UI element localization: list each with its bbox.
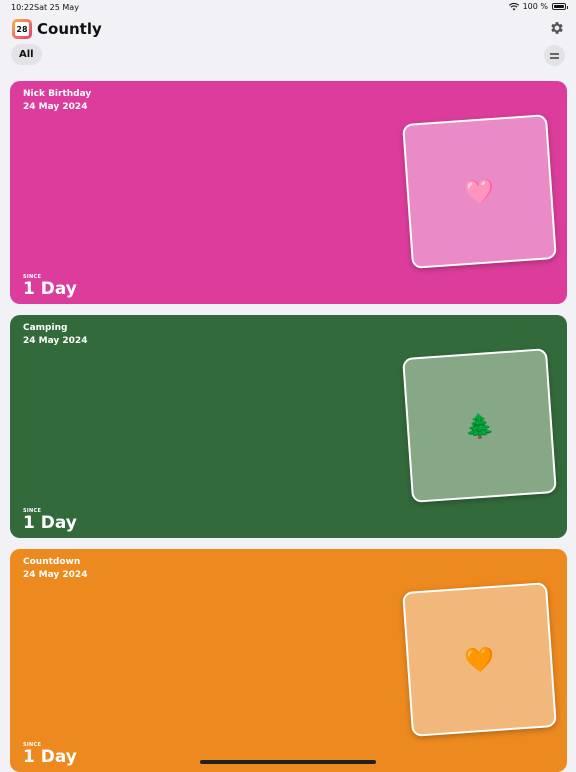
battery-percent: 100 % [522, 2, 548, 11]
card-title: Countdown [23, 557, 81, 567]
status-time: 10:22 [11, 3, 35, 12]
status-date: Sat 25 May [34, 3, 79, 12]
card-emoji-tile: 🩷 [402, 114, 557, 269]
settings-button[interactable] [549, 20, 565, 36]
wifi-icon [508, 2, 519, 10]
list-icon [550, 52, 559, 59]
card-count: 1 Day [23, 747, 77, 767]
status-bar: 10:22 Sat 25 May 100 % [0, 0, 576, 14]
event-card-camping[interactable]: Camping 24 May 2024 🌲 SINCE 1 Day [10, 315, 567, 538]
card-count: 1 Day [23, 279, 77, 299]
event-card-nick-birthday[interactable]: Nick Birthday 24 May 2024 🩷 SINCE 1 Day [10, 81, 567, 304]
app-logo: 28 [12, 19, 32, 39]
card-title: Camping [23, 323, 68, 333]
gear-icon [551, 22, 563, 34]
view-menu-button[interactable] [544, 45, 565, 66]
home-indicator [200, 760, 376, 764]
card-emoji-tile: 🌲 [402, 348, 557, 503]
card-date: 24 May 2024 [23, 336, 88, 346]
card-date: 24 May 2024 [23, 102, 88, 112]
status-right: 100 % [508, 2, 568, 11]
orange-heart-icon: 🧡 [463, 644, 496, 675]
card-emoji-tile: 🧡 [402, 582, 557, 737]
app-header: 28 Countly [12, 18, 102, 40]
app-title: Countly [37, 20, 102, 38]
card-title: Nick Birthday [23, 89, 92, 99]
filter-all-chip[interactable]: All [11, 44, 42, 65]
card-count: 1 Day [23, 513, 77, 533]
card-date: 24 May 2024 [23, 570, 88, 580]
pink-heart-icon: 🩷 [463, 176, 496, 207]
battery-icon [552, 3, 568, 10]
app-logo-text: 28 [15, 22, 29, 36]
evergreen-tree-icon: 🌲 [463, 410, 496, 441]
event-card-countdown[interactable]: Countdown 24 May 2024 🧡 SINCE 1 Day [10, 549, 567, 772]
